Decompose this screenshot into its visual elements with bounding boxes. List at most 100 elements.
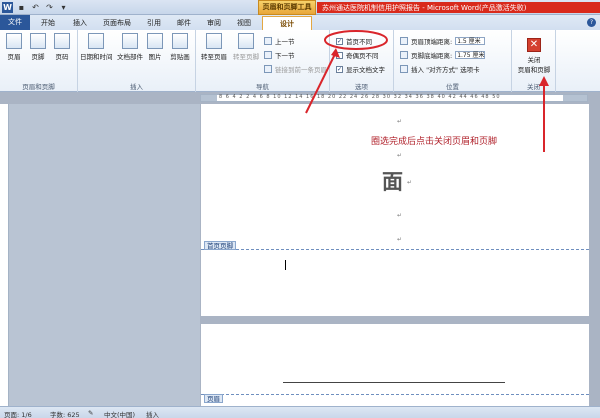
group-label-header-footer: 页眉和页脚	[22, 83, 55, 91]
tab-insert[interactable]: 插入	[68, 16, 92, 30]
header-top-input[interactable]: 1.5 厘米	[455, 37, 486, 45]
close-header-footer-button[interactable]: ✕ 关闭 页眉和页脚	[514, 38, 554, 74]
ribbon: 页眉 页脚 页码 页眉和页脚 日期和时间 文档部件 图片 剪贴画 插入 转至页眉…	[0, 30, 600, 92]
document-page-2[interactable]: 页眉	[201, 324, 589, 406]
header-label: 页眉	[204, 394, 223, 403]
redo-icon[interactable]: ↷	[44, 2, 55, 13]
undo-icon[interactable]: ↶	[30, 2, 41, 13]
body-text: 面	[382, 169, 403, 194]
quick-access-toolbar: ▪ ↶ ↷ ▾	[16, 2, 69, 13]
tab-page-layout[interactable]: 页面布局	[98, 16, 136, 30]
header-top-distance: 页眉顶端距离: 1.5 厘米	[400, 36, 486, 46]
footer-button[interactable]: 页脚	[28, 33, 48, 61]
group-navigation: 转至页眉 转至页脚 上一节 下一节 链接到前一条页眉 导航	[196, 30, 330, 92]
prev-section-button[interactable]: 上一节	[264, 36, 295, 46]
group-label-close: 关闭	[527, 83, 540, 91]
group-position: 页眉顶端距离: 1.5 厘米 页脚底端距离: 1.75 厘米 插入 "对齐方式"…	[394, 30, 512, 92]
paragraph-mark: ↵	[407, 179, 413, 186]
picture-icon	[147, 33, 163, 49]
footer-bottom-icon	[400, 51, 408, 59]
title-bar: W ▪ ↶ ↷ ▾ 页眉和页脚工具 苏州通达医院机制信用护照报告 - Micro…	[0, 0, 600, 15]
show-doc-text-checkbox[interactable]: ✓ 显示文档文字	[336, 64, 385, 74]
customize-icon[interactable]: ▾	[58, 2, 69, 13]
close-icon: ✕	[527, 38, 541, 52]
date-time-button[interactable]: 日期和时间	[80, 33, 113, 61]
horizontal-ruler[interactable]: 8 6 4 2 2 4 6 8 10 12 14 16 18 20 22 24 …	[200, 94, 588, 102]
tab-design[interactable]: 设计	[262, 16, 312, 30]
link-previous-button[interactable]: 链接到前一条页眉	[264, 64, 327, 74]
document-page-1[interactable]: ↵ 圈选完成后点击关闭页眉和页脚 ↵ 面 ↵ ↵ ↵ 首页页脚	[201, 104, 589, 316]
help-icon[interactable]: ?	[587, 18, 596, 27]
header-underline	[283, 382, 505, 383]
clip-art-icon	[172, 33, 188, 49]
text-cursor	[285, 260, 286, 270]
group-label-navigation: 导航	[256, 83, 269, 91]
status-page[interactable]: 页面: 1/6	[4, 409, 32, 418]
ruler-margin-right	[563, 95, 587, 101]
header-footer-tools-label: 页眉和页脚工具	[258, 0, 316, 15]
window-title: 苏州通达医院机制信用护照报告 - Microsoft Word(产品激活失败)	[322, 4, 527, 12]
status-language[interactable]: 中文(中国)	[104, 409, 135, 418]
paragraph-mark: ↵	[397, 152, 403, 159]
group-header-footer: 页眉 页脚 页码 页眉和页脚	[0, 30, 78, 92]
goto-footer-icon	[238, 33, 254, 49]
tab-mailings[interactable]: 邮件	[172, 16, 196, 30]
next-section-icon	[264, 51, 272, 59]
tab-home[interactable]: 开始	[36, 16, 60, 30]
header-boundary	[201, 394, 589, 395]
doc-parts-icon	[122, 33, 138, 49]
doc-parts-button[interactable]: 文档部件	[116, 33, 144, 61]
goto-header-button[interactable]: 转至页眉	[200, 33, 228, 61]
next-section-button[interactable]: 下一节	[264, 50, 295, 60]
footer-bottom-input[interactable]: 1.75 厘米	[455, 51, 486, 59]
tab-references[interactable]: 引用	[142, 16, 166, 30]
picture-button[interactable]: 图片	[146, 33, 164, 61]
paragraph-mark: ↵	[397, 212, 403, 219]
status-words[interactable]: 字数: 625	[50, 409, 80, 418]
word-app-icon[interactable]: W	[2, 2, 13, 13]
ruler-numbers: 8 6 4 2 2 4 6 8 10 12 14 16 18 20 22 24 …	[219, 94, 501, 100]
tab-view[interactable]: 视图	[232, 16, 256, 30]
document-background	[9, 104, 200, 406]
odd-even-different-checkbox[interactable]: 奇偶页不同	[336, 50, 379, 60]
align-tab-icon	[400, 65, 408, 73]
vertical-ruler[interactable]	[0, 104, 9, 406]
odd-even-check-icon[interactable]	[336, 51, 343, 59]
group-options: ✓ 首页不同 奇偶页不同 ✓ 显示文档文字 选项	[330, 30, 394, 92]
goto-header-icon	[206, 33, 222, 49]
first-page-check-icon[interactable]: ✓	[336, 37, 343, 45]
status-bar: 页面: 1/6 字数: 625 ✎ 中文(中国) 插入	[0, 406, 600, 418]
tab-file[interactable]: 文件	[0, 15, 30, 30]
page-number-button[interactable]: 页码	[52, 33, 72, 61]
group-close: ✕ 关闭 页眉和页脚 关闭	[512, 30, 556, 92]
header-icon	[6, 33, 22, 49]
first-page-different-checkbox[interactable]: ✓ 首页不同	[336, 36, 372, 46]
group-label-insert: 插入	[130, 83, 143, 91]
paragraph-mark: ↵	[397, 236, 403, 243]
prev-section-icon	[264, 37, 272, 45]
group-label-position: 位置	[446, 83, 459, 91]
first-page-footer-label: 首页页脚	[204, 241, 236, 250]
save-icon[interactable]: ▪	[16, 2, 27, 13]
ribbon-tabs: 文件 开始 插入 页面布局 引用 邮件 审阅 视图 设计 ?	[0, 15, 600, 30]
header-top-icon	[400, 37, 408, 45]
calendar-icon	[88, 33, 104, 49]
spell-check-icon[interactable]: ✎	[88, 409, 93, 417]
group-insert: 日期和时间 文档部件 图片 剪贴画 插入	[78, 30, 196, 92]
ruler-margin-left	[201, 95, 217, 101]
paragraph-mark: ↵	[397, 118, 403, 125]
group-label-options: 选项	[355, 83, 368, 91]
insert-align-tab-button[interactable]: 插入 "对齐方式" 选项卡	[400, 64, 480, 74]
goto-footer-button[interactable]: 转至页脚	[232, 33, 260, 61]
footer-icon	[30, 33, 46, 49]
status-mode[interactable]: 插入	[146, 409, 159, 418]
clip-art-button[interactable]: 剪贴画	[168, 33, 192, 61]
page-number-icon	[54, 33, 70, 49]
link-icon	[264, 65, 272, 73]
annotation-text: 圈选完成后点击关闭页眉和页脚	[371, 137, 498, 147]
tab-review[interactable]: 审阅	[202, 16, 226, 30]
footer-boundary	[201, 249, 589, 250]
footer-bottom-distance: 页脚底端距离: 1.75 厘米	[400, 50, 486, 60]
show-text-check-icon[interactable]: ✓	[336, 65, 343, 73]
header-button[interactable]: 页眉	[4, 33, 24, 61]
